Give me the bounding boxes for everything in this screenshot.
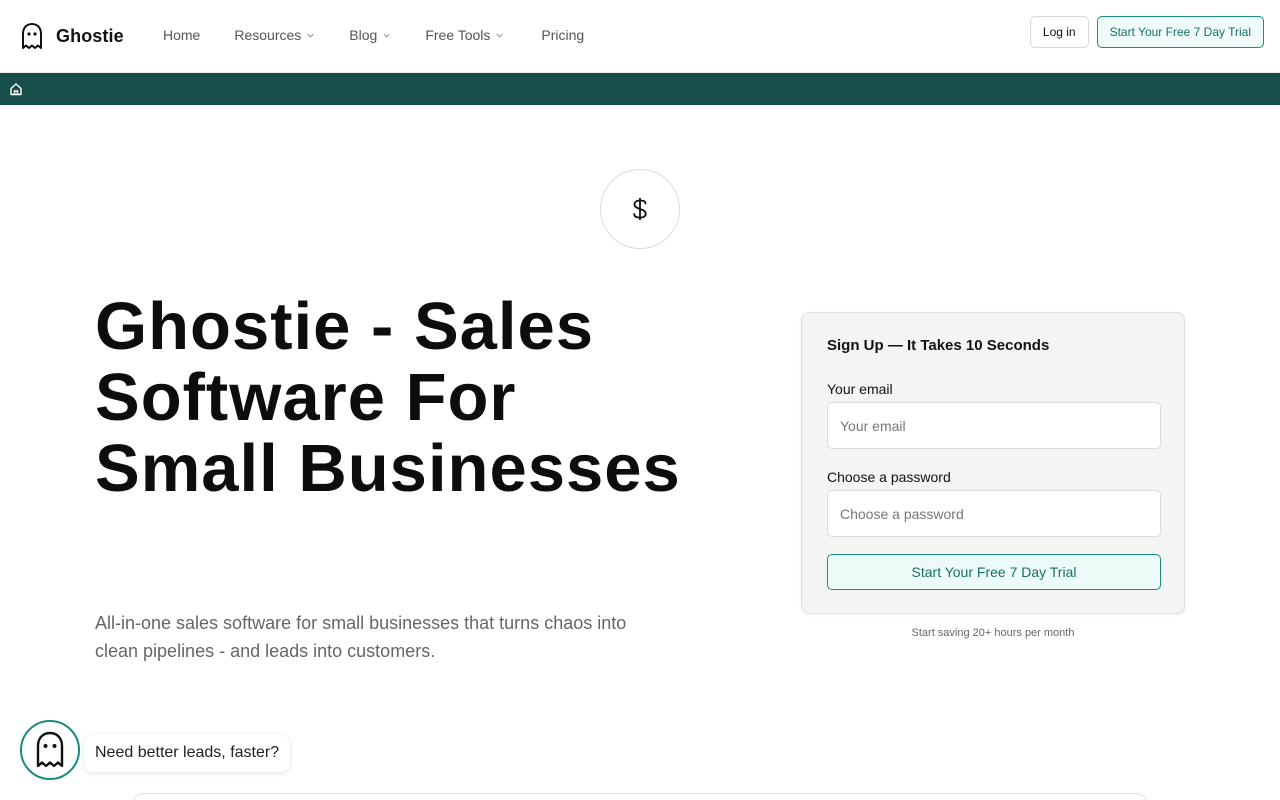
chevron-down-icon [496,33,503,37]
signup-submit-button[interactable]: Start Your Free 7 Day Trial [827,554,1161,590]
ghost-chat-icon [36,731,64,768]
nav-item-free-tools[interactable]: Free Tools [425,27,504,43]
main-nav: Home Resources Blog Free Tools Pricing [163,27,584,43]
nav-item-label: Blog [349,27,378,43]
signup-note: Start saving 20+ hours per month [911,627,1075,639]
password-label: Choose a password [827,469,951,485]
brand-logo-link[interactable]: Ghostie [20,22,124,50]
chat-launcher[interactable] [20,720,80,780]
hero-subtitle: All-in-one sales software for small busi… [95,613,627,661]
header-actions: Log in Start Your Free 7 Day Trial [1029,16,1264,48]
chat-message-text: Need better leads, faster? [95,744,280,761]
start-trial-button[interactable]: Start Your Free 7 Day Trial [1096,16,1264,48]
breadcrumb [0,73,1280,105]
brand-name: Ghostie [56,25,124,46]
chevron-down-icon [383,33,390,37]
nav-item-label: Pricing [541,27,585,43]
nav-item-resources[interactable]: Resources [234,27,315,43]
email-label: Your email [827,381,893,397]
nav-item-label: Resources [234,27,302,43]
home-icon[interactable] [9,82,23,96]
page-title: Ghostie - Sales Software For Small Busin… [95,289,681,506]
pricing-badge [600,169,680,249]
nav-item-label: Home [163,27,201,43]
nav-item-blog[interactable]: Blog [349,27,391,43]
nav-item-pricing[interactable]: Pricing [541,27,584,43]
nav-item-home[interactable]: Home [163,27,200,43]
nav-item-label: Free Tools [425,27,491,43]
password-field[interactable] [827,490,1161,537]
chevron-down-icon [307,33,314,37]
next-section-edge [133,793,1147,800]
site-header: Ghostie Home Resources Blog Free Tools P… [0,0,1280,73]
dollar-icon [633,198,647,220]
email-field[interactable] [827,402,1161,449]
ghost-logo-icon [22,23,42,49]
chat-message-bubble[interactable]: Need better leads, faster? [84,734,291,772]
signup-form: Sign Up — It Takes 10 Seconds Your email… [801,312,1185,614]
signup-title: Sign Up — It Takes 10 Seconds [827,337,1050,354]
login-button[interactable]: Log in [1029,16,1089,48]
